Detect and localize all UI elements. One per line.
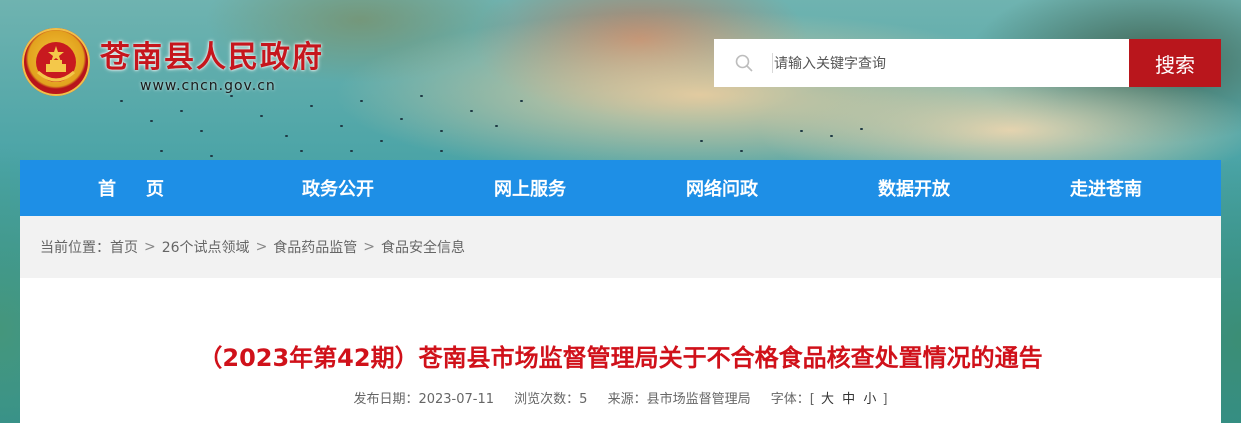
boat-mark <box>700 140 703 142</box>
article-meta: 发布日期：2023-07-11 浏览次数：5 来源：县市场监督管理局 字体：[ … <box>20 388 1221 407</box>
boat-mark <box>300 150 303 152</box>
main-nav: 首页 政务公开 网上服务 网络问政 数据开放 走进苍南 <box>20 160 1221 216</box>
article-title: （2023年第42期）苍南县市场监督管理局关于不合格食品核查处置情况的通告 <box>198 344 1043 372</box>
boat-mark <box>160 150 163 152</box>
search-button[interactable]: 搜索 <box>1129 39 1221 87</box>
nav-item-home[interactable]: 首页 <box>20 175 242 201</box>
boat-mark <box>860 128 863 130</box>
font-size-large[interactable]: 大 <box>821 392 834 407</box>
breadcrumb-home[interactable]: 首页 <box>110 237 138 257</box>
search-icon <box>734 53 754 73</box>
boat-mark <box>230 95 233 97</box>
search-box <box>714 39 1129 89</box>
boat-mark <box>440 150 443 152</box>
boat-mark <box>120 100 123 102</box>
publish-date-label: 发布日期： <box>353 392 419 407</box>
breadcrumb: 当前位置： 首页 > 26个试点领域 > 食品药品监管 > 食品安全信息 <box>20 216 1221 278</box>
publish-date: 2023-07-11 <box>418 392 495 407</box>
breadcrumb-pilot-areas[interactable]: 26个试点领域 <box>162 237 250 257</box>
boat-mark <box>350 150 353 152</box>
font-size-small[interactable]: 小 <box>863 392 876 407</box>
boat-mark <box>520 100 523 102</box>
boat-mark <box>400 118 403 120</box>
boat-mark <box>260 115 263 117</box>
font-size-bracket-open: [ <box>809 392 815 407</box>
boat-mark <box>210 155 213 157</box>
boat-mark <box>800 130 803 132</box>
search-divider <box>772 53 773 73</box>
boat-mark <box>470 110 473 112</box>
breadcrumb-prefix: 当前位置： <box>40 240 110 256</box>
font-size-bracket-close: ] <box>882 392 888 407</box>
breadcrumb-food-drug-supervision[interactable]: 食品药品监管 <box>273 237 357 257</box>
site-url: www.cncn.gov.cn <box>140 78 276 94</box>
views-label: 浏览次数： <box>514 392 580 407</box>
boat-mark <box>310 105 313 107</box>
boat-mark <box>380 140 383 142</box>
font-size-medium[interactable]: 中 <box>842 392 855 407</box>
views-count: 5 <box>579 392 588 407</box>
nav-item-online-services[interactable]: 网上服务 <box>434 175 626 201</box>
breadcrumb-separator: > <box>363 239 376 255</box>
breadcrumb-separator: > <box>144 239 156 255</box>
breadcrumb-food-safety-info[interactable]: 食品安全信息 <box>381 237 465 257</box>
boat-mark <box>150 120 153 122</box>
boat-mark <box>440 130 443 132</box>
national-emblem-icon <box>22 28 90 96</box>
boat-mark <box>360 100 363 102</box>
boat-mark <box>495 125 498 127</box>
article-container: （2023年第42期）苍南县市场监督管理局关于不合格食品核查处置情况的通告 发布… <box>20 278 1221 423</box>
nav-item-online-inquiry[interactable]: 网络问政 <box>626 175 818 201</box>
nav-item-open-data[interactable]: 数据开放 <box>818 175 1010 201</box>
nav-item-government-affairs[interactable]: 政务公开 <box>242 175 434 201</box>
source-value: 县市场监督管理局 <box>646 392 751 407</box>
breadcrumb-separator: > <box>255 239 268 255</box>
font-size-label: 字体： <box>770 392 810 407</box>
source-label: 来源： <box>607 392 647 407</box>
boat-mark <box>740 150 743 152</box>
boat-mark <box>285 135 288 137</box>
boat-mark <box>420 95 423 97</box>
boat-mark <box>830 135 833 137</box>
nav-item-about-cangnan[interactable]: 走进苍南 <box>1010 175 1202 201</box>
search-input[interactable] <box>774 39 1126 89</box>
boat-mark <box>200 130 203 132</box>
site-title[interactable]: 苍南县人民政府 <box>100 32 324 76</box>
boat-mark <box>340 125 343 127</box>
boat-mark <box>180 110 183 112</box>
